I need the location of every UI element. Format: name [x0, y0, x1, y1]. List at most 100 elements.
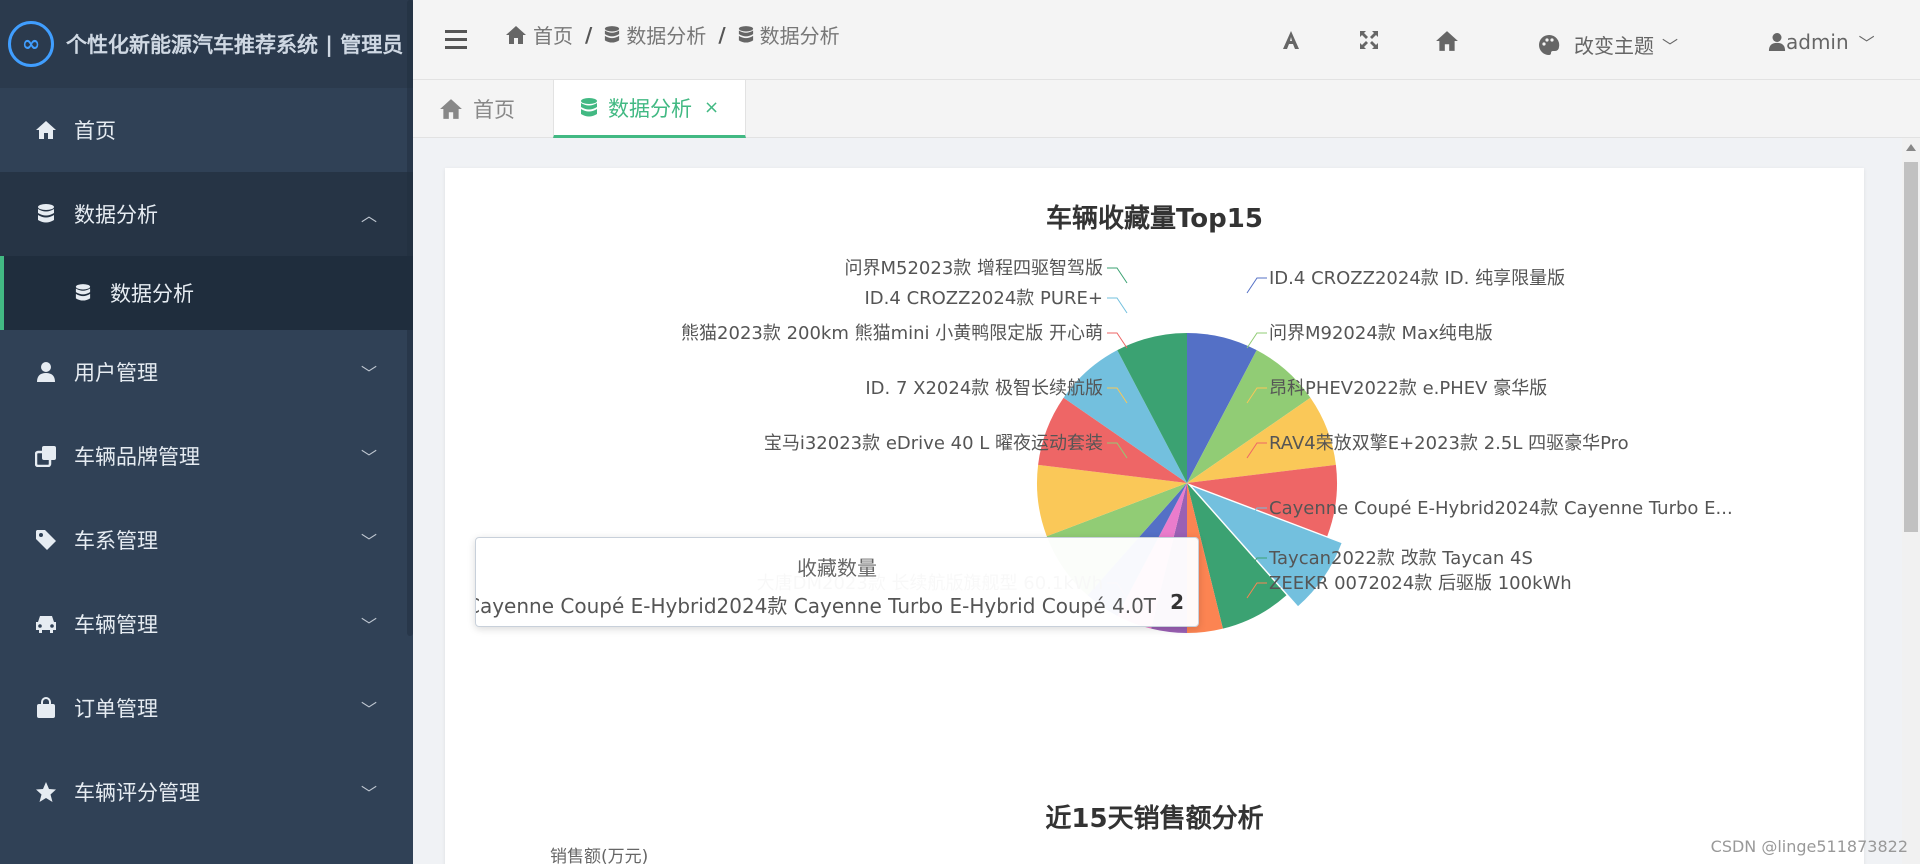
- home-icon: [34, 118, 58, 142]
- logo-icon: ∞: [8, 21, 54, 67]
- pie-label: 熊猫2023款 200km 熊猫mini 小黄鸭限定版 开心萌: [681, 323, 1103, 344]
- sidebar-item-label: 用户管理: [74, 361, 158, 385]
- car-icon: [34, 612, 58, 636]
- scroll-up-arrow[interactable]: [1906, 144, 1916, 151]
- breadcrumb-separator: /: [718, 22, 726, 47]
- user-icon: [1768, 33, 1786, 51]
- database-icon: [738, 25, 753, 43]
- pie-label-line: [1107, 267, 1128, 284]
- close-icon[interactable]: ×: [704, 97, 719, 118]
- theme-dropdown[interactable]: 改变主题 ﹀: [1538, 30, 1678, 59]
- chevron-down-icon: ﹀: [360, 616, 377, 635]
- sidebar-item-home[interactable]: 首页: [0, 88, 413, 172]
- chart-tooltip: 收藏数量 Cayenne Coupé E-Hybrid2024款 Cayenne…: [475, 537, 1199, 627]
- sidebar-subitem-data-analysis[interactable]: 数据分析: [0, 256, 413, 330]
- pie-label: ID.4 CROZZ2024款 ID. 纯享限量版: [1269, 268, 1565, 289]
- tab-data-analysis[interactable]: 数据分析 ×: [553, 80, 747, 138]
- pie-label: 问界M92024款 Max纯电版: [1269, 323, 1493, 344]
- tab-home[interactable]: 首页: [413, 80, 541, 138]
- tabs-bar: 首页 数据分析 ×: [413, 80, 1920, 138]
- user-icon: [34, 360, 58, 384]
- sidebar-item-brand-management[interactable]: 车辆品牌管理 ﹀: [0, 414, 413, 498]
- user-label: admin: [1786, 30, 1849, 54]
- sidebar-item-order-management[interactable]: 订单管理 ﹀: [0, 666, 413, 750]
- sidebar-item-series-management[interactable]: 车系管理 ﹀: [0, 498, 413, 582]
- breadcrumb-label: 数据分析: [759, 24, 840, 48]
- theme-label: 改变主题: [1574, 34, 1654, 58]
- pie-label: 宝马i32023款 eDrive 40 L 曜夜运动套装: [764, 433, 1103, 454]
- chevron-down-icon: ﹀: [360, 364, 377, 383]
- tab-label: 数据分析: [608, 96, 692, 121]
- app-title: 个性化新能源汽车推荐系统 | 管理员: [66, 33, 404, 57]
- chevron-down-icon: ﹀: [360, 700, 377, 719]
- pie-label: ID.4 CROZZ2024款 PURE+: [865, 288, 1104, 309]
- tooltip-value: 2: [1170, 590, 1184, 614]
- tag-icon: [34, 528, 58, 552]
- home-icon: [506, 25, 526, 44]
- chevron-down-icon: ﹀: [1662, 36, 1679, 56]
- pie-label-line: [1107, 297, 1128, 314]
- pie-label: ZEEKR 0072024款 后驱版 100kWh: [1269, 573, 1572, 594]
- pie-label-line: [1246, 277, 1267, 294]
- sidebar-item-label: 首页: [74, 119, 116, 143]
- logo: ∞ 个性化新能源汽车推荐系统 | 管理员: [0, 0, 413, 88]
- pie-label: Cayenne Coupé E-Hybrid2024款 Cayenne Turb…: [1269, 498, 1733, 519]
- chevron-down-icon: ﹀: [360, 784, 377, 803]
- database-icon: [605, 25, 620, 43]
- home-icon: [440, 99, 462, 119]
- top-header: 首页 / 数据分析 / 数据分析 改变主题 ﹀ admin ﹀: [413, 0, 1920, 80]
- sidebar-item-data-analysis[interactable]: 数据分析 ︿: [0, 172, 413, 256]
- pie-chart-title: 车辆收藏量Top15: [1046, 204, 1263, 234]
- pie-label: RAV4荣放双擎E+2023款 2.5L 四驱豪华Pro: [1269, 433, 1629, 454]
- chevron-down-icon: ﹀: [360, 532, 377, 551]
- copy-icon: [34, 444, 58, 468]
- font-size-icon[interactable]: [1281, 30, 1301, 54]
- sidebar-item-user-management[interactable]: 用户管理 ﹀: [0, 330, 413, 414]
- hamburger-icon[interactable]: [445, 30, 467, 50]
- tab-label: 首页: [473, 98, 515, 122]
- sidebar-item-vehicle-management[interactable]: 车辆管理 ﹀: [0, 582, 413, 666]
- fullscreen-icon[interactable]: [1359, 30, 1379, 54]
- pie-chart: ID.4 CROZZ2024款 ID. 纯享限量版问界M92024款 Max纯电…: [681, 258, 1733, 633]
- breadcrumb-separator: /: [585, 22, 593, 47]
- bag-icon: [34, 696, 58, 720]
- sidebar-item-label: 订单管理: [74, 697, 158, 721]
- sidebar: ∞ 个性化新能源汽车推荐系统 | 管理员 首页 数据分析 ︿ 数据分析 用户管理…: [0, 0, 413, 864]
- chevron-up-icon: ︿: [360, 206, 377, 225]
- breadcrumb-label: 首页: [533, 24, 573, 48]
- pie-label-line: [1246, 332, 1267, 349]
- star-icon: [34, 780, 58, 804]
- tooltip-name: Cayenne Coupé E-Hybrid2024款 Cayenne Turb…: [475, 594, 1157, 618]
- palette-icon: [1539, 34, 1560, 55]
- database-icon: [72, 282, 94, 304]
- pie-label-line: [1107, 332, 1128, 349]
- chevron-down-icon: ﹀: [360, 448, 377, 467]
- breadcrumb-item-data-analysis-page: 数据分析: [738, 20, 840, 49]
- breadcrumb-label: 数据分析: [626, 24, 707, 48]
- home-icon[interactable]: [1435, 30, 1459, 56]
- tooltip-series: 收藏数量: [797, 556, 877, 580]
- pie-label: ID. 7 X2024款 极智长续航版: [865, 378, 1103, 399]
- chart-card: 车辆收藏量Top15 ID.4 CROZZ2024款 ID. 纯享限量版 问界M9…: [445, 168, 1864, 864]
- sidebar-item-label: 车辆品牌管理: [74, 445, 200, 469]
- sidebar-item-rating-management[interactable]: 车辆评分管理 ﹀: [0, 750, 413, 834]
- page-scrollbar-thumb[interactable]: [1904, 162, 1918, 532]
- line-chart-ylabel: 销售额(万元): [550, 847, 649, 864]
- sidebar-item-label: 数据分析: [74, 203, 158, 227]
- breadcrumb-item-home[interactable]: 首页: [505, 20, 573, 49]
- sidebar-item-label: 车辆评分管理: [74, 781, 200, 805]
- pie-label: 问界M52023款 增程四驱智驾版: [844, 258, 1103, 279]
- watermark: CSDN @linge511873822: [1710, 837, 1908, 856]
- pie-label: 昂科PHEV2022款 e.PHEV 豪华版: [1269, 378, 1547, 399]
- breadcrumb: 首页 / 数据分析 / 数据分析: [505, 20, 840, 49]
- main-content: 车辆收藏量Top15 ID.4 CROZZ2024款 ID. 纯享限量版 问界M9…: [413, 138, 1920, 864]
- chevron-down-icon: ﹀: [1858, 34, 1875, 53]
- sidebar-item-label: 车系管理: [74, 529, 158, 553]
- breadcrumb-item-data-analysis[interactable]: 数据分析: [604, 20, 706, 49]
- database-icon: [581, 97, 597, 116]
- line-chart-title: 近15天销售额分析: [1045, 804, 1264, 834]
- pie-label: Taycan2022款 改款 Taycan 4S: [1268, 548, 1533, 569]
- sidebar-subitem-label: 数据分析: [110, 282, 194, 306]
- user-dropdown[interactable]: admin ﹀: [1768, 30, 1875, 54]
- database-icon: [34, 202, 58, 226]
